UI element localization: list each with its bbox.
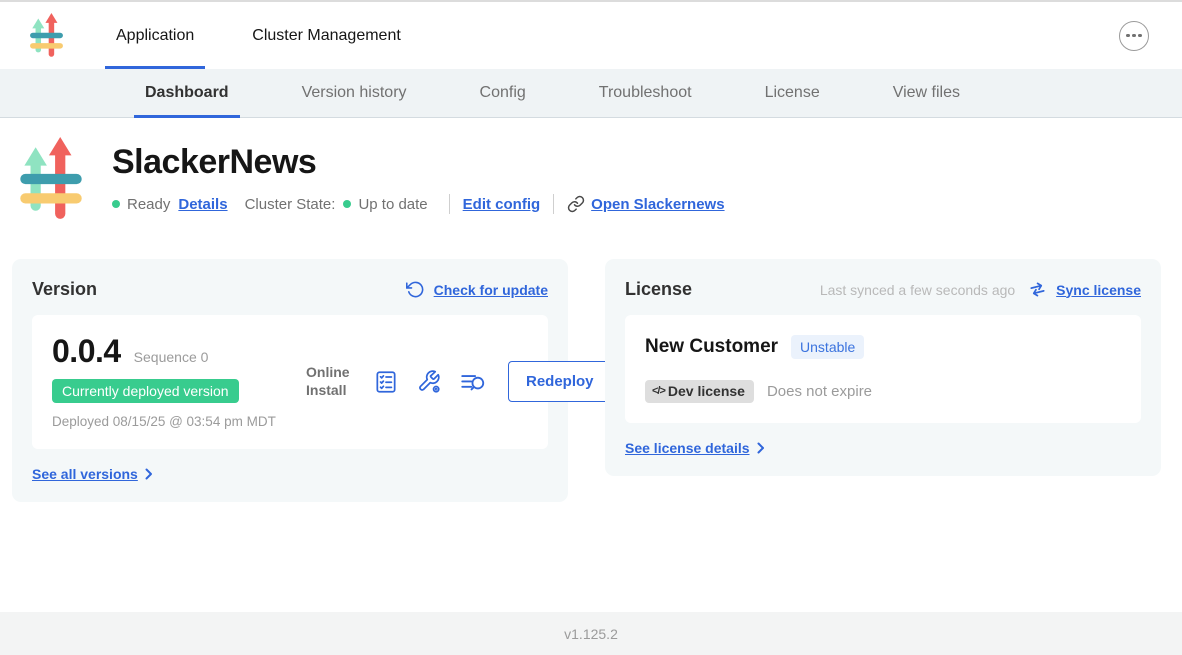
- tab-dashboard[interactable]: Dashboard: [134, 69, 240, 117]
- app-status-dot: [112, 200, 120, 208]
- deployed-timestamp: Deployed 08/15/25 @ 03:54 pm MDT: [52, 413, 277, 431]
- license-summary-panel: New Customer Unstable </> Dev license Do…: [625, 315, 1141, 423]
- top-nav-tabs: Application Cluster Management: [105, 2, 448, 69]
- customer-name: New Customer: [645, 336, 778, 358]
- slackernews-logo-icon: [20, 137, 82, 228]
- chain-link-icon: [567, 195, 585, 213]
- open-slackernews-link[interactable]: Open Slackernews: [591, 196, 724, 213]
- cluster-state-value: Up to date: [358, 196, 427, 213]
- dashboard-main: SlackerNews Ready Details Cluster State:…: [0, 118, 1182, 612]
- sync-arrows-icon: [1028, 280, 1047, 299]
- tab-application[interactable]: Application: [105, 2, 205, 69]
- see-license-details-group[interactable]: See license details: [625, 440, 1141, 456]
- edit-config-icon[interactable]: [416, 369, 442, 395]
- tab-view-files[interactable]: View files: [882, 69, 971, 117]
- channel-badge: Unstable: [791, 335, 864, 359]
- tab-troubleshoot[interactable]: Troubleshoot: [588, 69, 703, 117]
- version-number: 0.0.4: [52, 333, 121, 370]
- tab-cluster-management[interactable]: Cluster Management: [241, 2, 412, 69]
- code-icon: </>: [652, 385, 665, 397]
- license-card-title: License: [625, 279, 692, 300]
- preflight-checks-icon[interactable]: [373, 369, 399, 395]
- check-for-update-group[interactable]: Check for update: [406, 280, 548, 299]
- sync-license-link[interactable]: Sync license: [1056, 282, 1141, 298]
- refresh-icon: [406, 280, 425, 299]
- cluster-state-dot: [343, 200, 351, 208]
- divider: [553, 194, 554, 214]
- app-status-row: Ready Details Cluster State: Up to date …: [112, 194, 725, 214]
- check-for-update-link[interactable]: Check for update: [434, 282, 548, 298]
- redeploy-button[interactable]: Redeploy: [508, 361, 612, 402]
- license-expiration-text: Does not expire: [767, 383, 872, 400]
- see-all-versions-group[interactable]: See all versions: [32, 466, 548, 482]
- ellipsis-icon: [1126, 34, 1130, 38]
- install-type-label: Online Install: [306, 364, 356, 399]
- dashboard-cards: Version Check for update 0.0.4 Sequ: [0, 228, 1182, 502]
- license-type-label: Dev license: [668, 383, 745, 399]
- app-logo-icon: [30, 13, 63, 59]
- sequence-label: Sequence 0: [134, 349, 209, 365]
- edit-config-link[interactable]: Edit config: [463, 196, 541, 213]
- cluster-state-label: Cluster State:: [245, 196, 336, 213]
- tab-config[interactable]: Config: [469, 69, 537, 117]
- last-synced-text: Last synced a few seconds ago: [820, 282, 1015, 298]
- page-title: SlackerNews: [112, 143, 725, 182]
- see-license-details-link[interactable]: See license details: [625, 440, 750, 456]
- console-version: v1.125.2: [564, 626, 618, 642]
- details-link[interactable]: Details: [178, 196, 227, 213]
- chevron-right-icon: [145, 468, 153, 480]
- chevron-right-icon: [757, 442, 765, 454]
- version-card: Version Check for update 0.0.4 Sequ: [12, 259, 568, 502]
- divider: [449, 194, 450, 214]
- deployed-status-badge: Currently deployed version: [52, 379, 239, 403]
- more-options-button[interactable]: [1119, 21, 1149, 51]
- app-header: SlackerNews Ready Details Cluster State:…: [0, 118, 1182, 228]
- current-version-panel: 0.0.4 Sequence 0 Currently deployed vers…: [32, 315, 548, 449]
- see-all-versions-link[interactable]: See all versions: [32, 466, 138, 482]
- top-nav: Application Cluster Management: [0, 0, 1182, 69]
- view-diff-icon[interactable]: [459, 369, 487, 395]
- version-card-title: Version: [32, 279, 97, 300]
- open-app-link-group[interactable]: Open Slackernews: [567, 195, 724, 213]
- tab-version-history[interactable]: Version history: [291, 69, 418, 117]
- app-sub-nav: Dashboard Version history Config Trouble…: [0, 69, 1182, 118]
- app-status-text: Ready: [127, 196, 170, 213]
- console-footer: v1.125.2: [0, 612, 1182, 655]
- license-card: License Last synced a few seconds ago: [605, 259, 1161, 476]
- license-type-badge: </> Dev license: [645, 380, 754, 403]
- tab-license[interactable]: License: [754, 69, 831, 117]
